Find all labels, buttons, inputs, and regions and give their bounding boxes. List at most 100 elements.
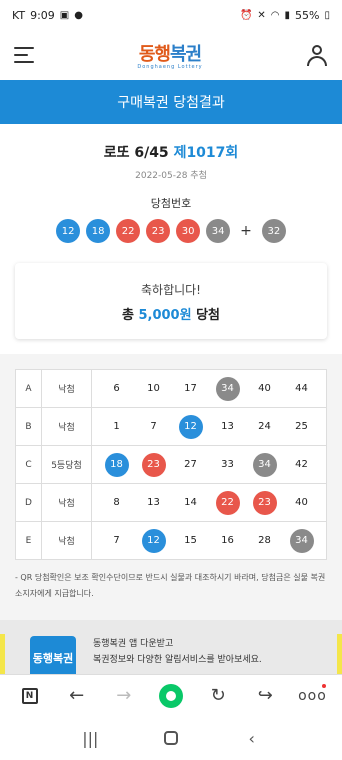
ticket-status: 5등당첨 — [41, 445, 92, 484]
ticket-number: 40 — [258, 383, 271, 394]
ticket-number-matched: 12 — [141, 528, 166, 553]
result-box: 축하합니다! 총 5,000원 당첨 — [15, 263, 327, 339]
ticket-number: 27 — [184, 459, 197, 470]
ticket-game-label: E — [15, 521, 42, 560]
green-dot-icon — [158, 683, 183, 708]
prize-suffix: 당첨 — [196, 308, 221, 323]
recent-apps-icon: ||| — [82, 728, 99, 748]
more-icon: ooo — [298, 687, 327, 704]
ticket-number: 24 — [258, 421, 271, 432]
naver-home-button[interactable]: N — [16, 682, 44, 710]
bonus-ball: 32 — [261, 219, 286, 243]
clock: 9:09 — [30, 8, 55, 22]
share-button[interactable]: ↪ — [251, 682, 279, 710]
logo-text-1: 동행 — [138, 44, 171, 65]
ticket-numbers-cell: 18 23 27 33 34 42 — [91, 445, 327, 484]
ticket-numbers-cell: 1 7 12 13 24 25 — [91, 407, 327, 446]
ticket-numbers-cell: 8 13 14 22 23 40 — [91, 483, 327, 522]
promo-line-2: 복권정보와 다양한 알림서비스를 받아보세요. — [93, 655, 262, 665]
ticket-game-label: A — [15, 369, 42, 408]
status-bar: KT 9:09 ▣ ● ⏰ ✕ ◠ ▮ 55% ▯ — [0, 0, 342, 30]
ticket-number: 16 — [221, 535, 234, 546]
alarm-icon: ⏰ — [239, 9, 253, 21]
winning-numbers-label: 당첨번호 — [150, 197, 192, 210]
refresh-icon: ↻ — [210, 685, 226, 706]
system-back-icon: ‹ — [248, 728, 255, 748]
ticket-status: 낙첨 — [41, 483, 92, 522]
ticket-number: 28 — [258, 535, 271, 546]
system-back-button[interactable]: ‹ — [238, 729, 266, 748]
naver-icon: N — [21, 687, 38, 704]
ticket-number: 6 — [113, 383, 120, 394]
mute-icon: ✕ — [257, 9, 266, 21]
chat-icon: ● — [74, 9, 83, 21]
ticket-status: 낙첨 — [41, 521, 92, 560]
congrats-message: 축하합니다! — [140, 283, 201, 297]
draw-date: 2022-05-28 추첨 — [135, 171, 207, 181]
wifi-icon: ◠ — [270, 9, 280, 21]
share-icon: ↪ — [257, 685, 273, 706]
gallery-icon: ▣ — [59, 9, 70, 21]
ticket-number-matched: 23 — [141, 452, 166, 477]
back-button[interactable]: ← — [63, 682, 91, 710]
ticket-number: 7 — [113, 535, 120, 546]
ticket-number: 13 — [147, 497, 160, 508]
battery-percent: 55% — [295, 8, 320, 22]
page-title: 구매복권 당첨결과 — [0, 80, 342, 124]
green-dot-button[interactable] — [157, 682, 185, 710]
ticket-number: 10 — [147, 383, 160, 394]
promo-edge-left — [0, 634, 5, 674]
promo-line-1: 동행복권 앱 다운받고 — [93, 639, 174, 649]
forward-button[interactable]: → — [110, 682, 138, 710]
plus-sign: + — [240, 223, 252, 239]
winning-ball: 22 — [116, 219, 141, 243]
ticket-number: 14 — [184, 497, 197, 508]
draw-title: 로또 6/45 제1017회 — [0, 142, 342, 162]
menu-icon[interactable] — [14, 47, 34, 63]
ticket-number: 25 — [295, 421, 308, 432]
carrier-label: KT — [12, 8, 26, 22]
ticket-number: 17 — [184, 383, 197, 394]
ticket-number: 7 — [150, 421, 157, 432]
game-name: 로또 6/45 — [103, 145, 169, 161]
home-button[interactable] — [157, 731, 185, 745]
ticket-numbers-cell: 6 10 17 34 40 44 — [91, 369, 327, 408]
forward-arrow-icon: → — [116, 685, 132, 706]
ticket-number: 44 — [295, 383, 308, 394]
more-button[interactable]: ooo — [298, 682, 327, 710]
ticket-number-matched: 34 — [252, 452, 277, 477]
promo-text: 동행복권 앱 다운받고 복권정보와 다양한 알림서비스를 받아보세요. — [93, 636, 262, 668]
back-arrow-icon: ← — [69, 685, 85, 706]
ticket-number: 15 — [184, 535, 197, 546]
signal-icon: ▮ — [284, 9, 291, 21]
app-header: 동행복권 Donghaeng Lottery — [0, 30, 342, 80]
logo-subtitle: Donghaeng Lottery — [137, 64, 203, 70]
winning-ball: 12 — [56, 219, 81, 243]
ticket-table: A 낙첨 6 10 17 34 40 44 B 낙첨 1 7 12 13 24 25 C 5등당첨 18 23 27 33… — [15, 369, 327, 560]
winning-numbers: 12 18 22 23 30 34 + 32 — [0, 219, 342, 243]
home-icon — [163, 731, 178, 745]
winning-ball: 34 — [206, 219, 231, 243]
logo[interactable]: 동행복권 Donghaeng Lottery — [137, 40, 202, 70]
ticket-number-matched: 23 — [252, 490, 277, 515]
prize-total: 총 5,000원 당첨 — [15, 304, 327, 323]
ticket-game-label: B — [15, 407, 42, 446]
table-row: D 낙첨 8 13 14 22 23 40 — [15, 483, 327, 522]
refresh-button[interactable]: ↻ — [204, 682, 232, 710]
system-nav-bar: ||| ‹ — [0, 716, 342, 760]
winning-ball: 18 — [86, 219, 111, 243]
ticket-number: 1 — [113, 421, 120, 432]
prize-prefix: 총 — [121, 308, 134, 323]
user-icon[interactable] — [306, 44, 328, 66]
table-row: A 낙첨 6 10 17 34 40 44 — [15, 369, 327, 408]
app-promo-banner[interactable]: 동행복권 동행복권 앱 다운받고 복권정보와 다양한 알림서비스를 받아보세요. — [0, 620, 342, 682]
recent-apps-button[interactable]: ||| — [76, 729, 104, 748]
ticket-number-matched: 18 — [104, 452, 129, 477]
ticket-number: 42 — [295, 459, 308, 470]
ticket-number-matched: 12 — [178, 414, 203, 439]
winning-ball: 23 — [146, 219, 171, 243]
ticket-status: 낙첨 — [41, 369, 92, 408]
ticket-number: 13 — [221, 421, 234, 432]
ticket-number: 8 — [113, 497, 120, 508]
ticket-numbers-cell: 7 12 15 16 28 34 — [91, 521, 327, 560]
